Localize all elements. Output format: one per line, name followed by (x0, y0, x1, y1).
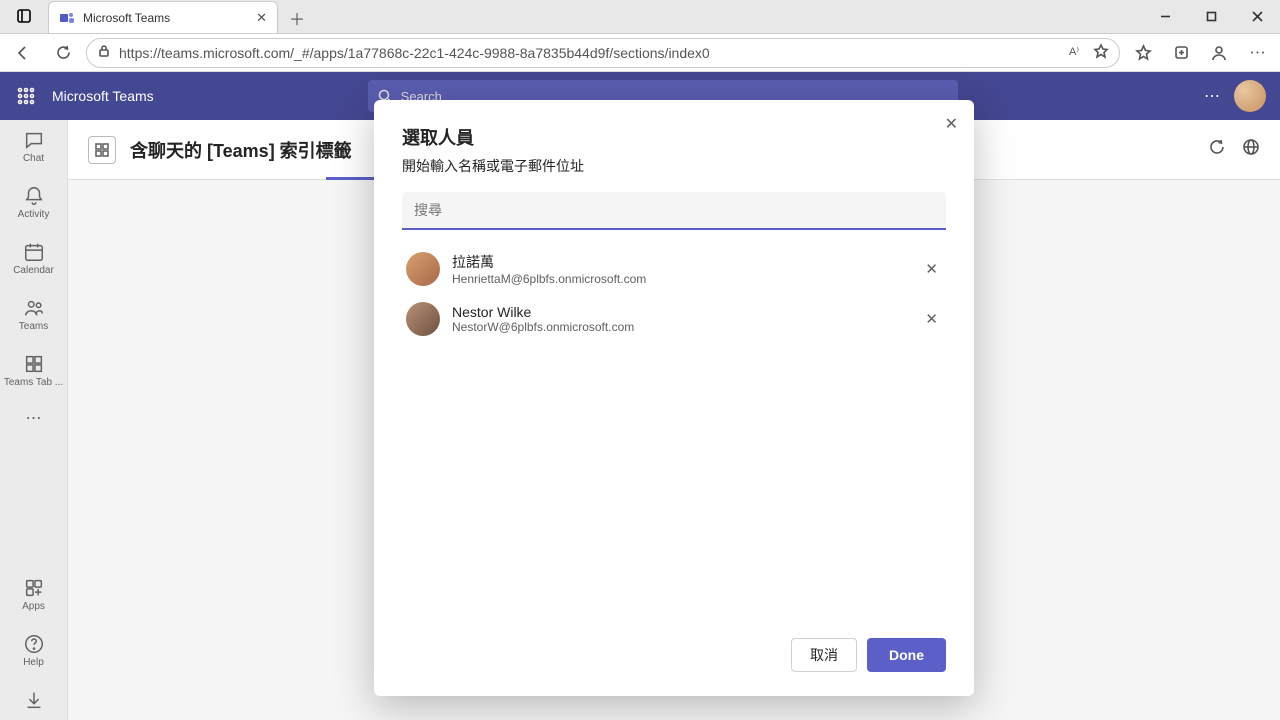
person-name: Nestor Wilke (452, 304, 909, 320)
back-button[interactable] (6, 37, 40, 69)
people-search-input[interactable] (402, 192, 946, 230)
content-area: 含聊天的 [Teams] 索引標籤 ✕ 選取人員 開始輸入名稱或電子郵件位址 拉… (68, 72, 1280, 720)
favorites-button[interactable] (1126, 37, 1160, 69)
rail-apps[interactable]: Apps (4, 568, 64, 620)
profile-button[interactable] (1202, 37, 1236, 69)
left-rail: Chat Activity Calendar Teams Teams Tab .… (0, 72, 68, 720)
remove-person-button[interactable]: ✕ (921, 256, 942, 282)
collections-button[interactable] (1164, 37, 1198, 69)
svg-text:A⁾: A⁾ (1069, 46, 1079, 58)
person-email: HenriettaM@6plbfs.onmicrosoft.com (452, 272, 909, 286)
read-aloud-icon[interactable]: A⁾ (1069, 43, 1085, 62)
menu-button[interactable] (1240, 37, 1274, 69)
people-list: 拉諾萬 HenriettaM@6plbfs.onmicrosoft.com ✕ … (402, 244, 946, 622)
minimize-button[interactable] (1142, 0, 1188, 33)
person-row: 拉諾萬 HenriettaM@6plbfs.onmicrosoft.com ✕ (402, 244, 946, 294)
remove-person-button[interactable]: ✕ (921, 306, 942, 332)
rail-more[interactable]: ⋯ (4, 400, 64, 436)
browser-addressbar: https://teams.microsoft.com/_#/apps/1a77… (0, 34, 1280, 72)
modal-footer: 取消 Done (402, 638, 946, 672)
rail-help[interactable]: Help (4, 624, 64, 676)
tab-title: Microsoft Teams (83, 11, 248, 25)
refresh-button[interactable] (46, 37, 80, 69)
url-text: https://teams.microsoft.com/_#/apps/1a77… (119, 45, 1061, 61)
modal-close-button[interactable]: ✕ (945, 114, 958, 134)
rail-chat[interactable]: Chat (4, 120, 64, 172)
modal-subtitle: 開始輸入名稱或電子郵件位址 (402, 156, 946, 176)
maximize-button[interactable] (1188, 0, 1234, 33)
new-tab-button[interactable]: ＋ (282, 3, 312, 33)
modal-title: 選取人員 (402, 124, 946, 150)
rail-download[interactable] (4, 680, 64, 720)
rail-teams[interactable]: Teams (4, 288, 64, 340)
done-button[interactable]: Done (867, 638, 946, 672)
favorite-icon[interactable] (1093, 43, 1109, 62)
url-input[interactable]: https://teams.microsoft.com/_#/apps/1a77… (86, 38, 1120, 68)
teams-favicon-icon (59, 10, 75, 26)
person-avatar (406, 252, 440, 286)
modal-backdrop: ✕ 選取人員 開始輸入名稱或電子郵件位址 拉諾萬 HenriettaM@6plb… (68, 72, 1280, 720)
tab-close-icon[interactable]: ✕ (256, 10, 267, 26)
tab-actions-button[interactable] (0, 0, 48, 33)
rail-activity[interactable]: Activity (4, 176, 64, 228)
rail-teams-tab[interactable]: Teams Tab ... (4, 344, 64, 396)
person-row: Nestor Wilke NestorW@6plbfs.onmicrosoft.… (402, 294, 946, 344)
browser-tab[interactable]: Microsoft Teams ✕ (48, 1, 278, 33)
person-avatar (406, 302, 440, 336)
close-window-button[interactable] (1234, 0, 1280, 33)
app-launcher-icon[interactable] (14, 84, 38, 108)
teams-app: Microsoft Teams Search ⋯ Chat Activity C… (0, 72, 1280, 720)
window-controls (1142, 0, 1280, 33)
select-people-modal: ✕ 選取人員 開始輸入名稱或電子郵件位址 拉諾萬 HenriettaM@6plb… (374, 100, 974, 696)
cancel-button[interactable]: 取消 (791, 638, 857, 672)
browser-titlebar: Microsoft Teams ✕ ＋ (0, 0, 1280, 34)
rail-calendar[interactable]: Calendar (4, 232, 64, 284)
person-email: NestorW@6plbfs.onmicrosoft.com (452, 320, 909, 334)
lock-icon (97, 44, 111, 61)
person-name: 拉諾萬 (452, 252, 909, 272)
